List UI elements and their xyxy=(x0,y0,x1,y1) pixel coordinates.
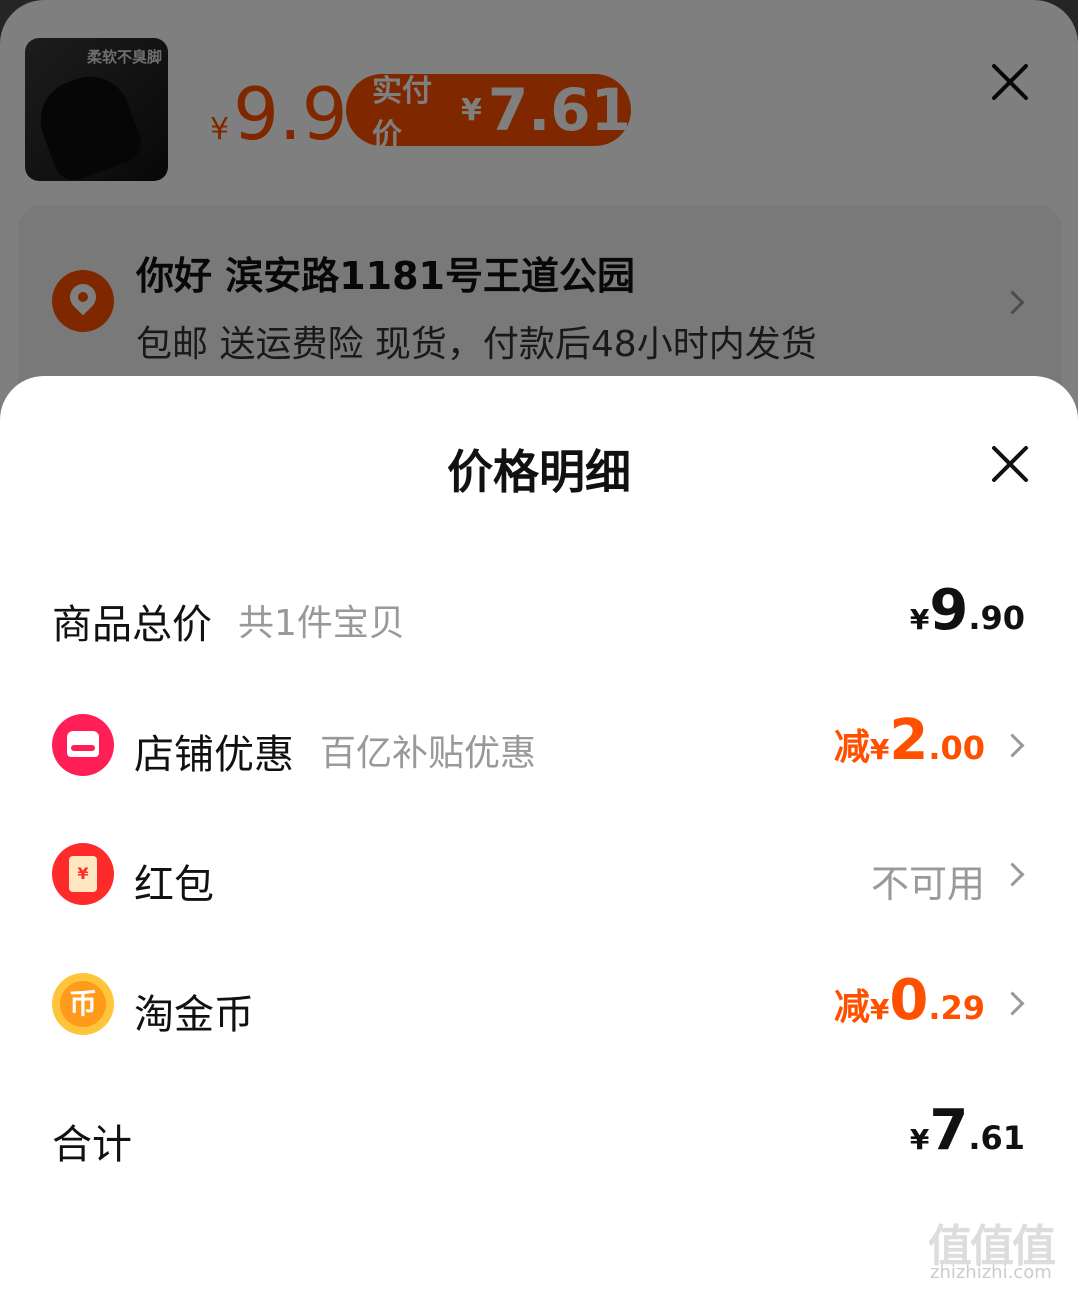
currency-symbol: ¥ xyxy=(909,1123,930,1156)
amount-int: 0 xyxy=(889,968,929,1033)
amount-int: 9 xyxy=(929,578,969,643)
row-label-sum: 合计 xyxy=(52,1122,132,1168)
row-label-red-packet[interactable]: 红包 xyxy=(134,852,214,910)
row-sub-subsidy: 百亿补贴优惠 xyxy=(320,733,537,774)
coin-icon: 币 xyxy=(52,973,114,1035)
close-icon[interactable] xyxy=(990,444,1030,484)
red-packet-glyph: ¥ xyxy=(69,856,97,892)
discount-prefix: 减 xyxy=(833,727,870,768)
amount-dec: .61 xyxy=(968,1119,1025,1157)
shop-icon xyxy=(52,714,114,776)
amount-int: 2 xyxy=(889,708,929,773)
amount-int: 7 xyxy=(929,1098,969,1163)
amount-dec: .90 xyxy=(968,599,1025,637)
row-label-total-goods: 商品总价 xyxy=(52,602,212,648)
row-label-shop-discount[interactable]: 店铺优惠 xyxy=(134,722,294,780)
amount-shop-discount[interactable]: 减¥2.00 xyxy=(834,708,985,773)
currency-symbol: ¥ xyxy=(869,993,890,1026)
watermark-url: zhizhizhi.com xyxy=(930,1262,1052,1283)
amount-tao-coin[interactable]: 减¥0.29 xyxy=(834,968,985,1033)
red-packet-icon: ¥ xyxy=(52,843,114,905)
currency-symbol: ¥ xyxy=(869,733,890,766)
amount-dec: .29 xyxy=(928,989,985,1027)
row-label-tao-coin[interactable]: 淘金币 xyxy=(134,982,254,1040)
amount-total-goods: ¥9.90 xyxy=(910,578,1025,643)
coin-glyph: 币 xyxy=(60,981,106,1027)
amount-sum: ¥7.61 xyxy=(910,1098,1025,1163)
discount-prefix: 减 xyxy=(833,987,870,1028)
currency-symbol: ¥ xyxy=(909,603,930,636)
sheet-title: 价格明细 xyxy=(447,445,631,499)
red-packet-status: 不可用 xyxy=(870,862,985,906)
row-sub-item-count: 共1件宝贝 xyxy=(238,603,405,644)
amount-dec: .00 xyxy=(928,729,985,767)
